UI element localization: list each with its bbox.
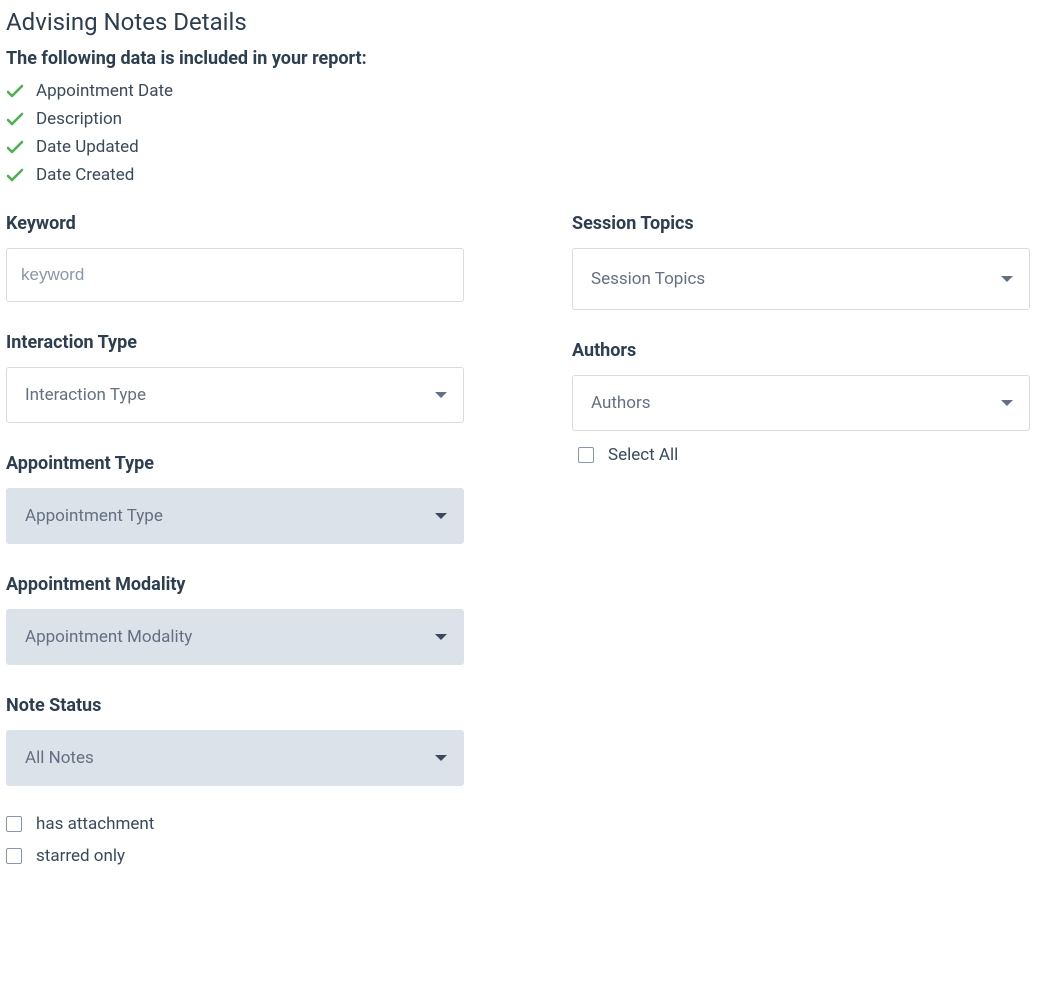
session-topics-field-group: Session Topics Session Topics [572,213,1030,310]
session-topics-select-value: Session Topics [591,269,705,289]
included-fields-list: Appointment Date Description Date Update… [6,81,1038,185]
appointment-type-field-group: Appointment Type Appointment Type [6,453,464,544]
appointment-modality-field-group: Appointment Modality Appointment Modalit… [6,574,464,665]
included-field-item: Appointment Date [6,81,1038,101]
authors-select-value: Authors [591,393,651,413]
included-field-item: Description [6,109,1038,129]
interaction-type-label: Interaction Type [6,332,464,353]
appointment-type-label: Appointment Type [6,453,464,474]
keyword-label: Keyword [6,213,464,234]
authors-select-all-row[interactable]: Select All [578,445,1030,465]
has-attachment-label: has attachment [36,814,154,834]
starred-only-row[interactable]: starred only [6,846,464,866]
note-status-field-group: Note Status All Notes [6,695,464,786]
included-field-label: Date Updated [36,137,139,157]
session-topics-select[interactable]: Session Topics [572,248,1030,310]
chevron-down-icon [1001,400,1013,406]
check-icon [6,140,24,154]
left-column: Keyword Interaction Type Interaction Typ… [6,213,464,878]
chevron-down-icon [1001,276,1013,282]
chevron-down-icon [435,392,447,398]
chevron-down-icon [435,634,447,640]
report-subtitle: The following data is included in your r… [6,48,1038,69]
keyword-input[interactable] [6,248,464,302]
has-attachment-checkbox[interactable] [6,816,22,832]
check-icon [6,168,24,182]
authors-select[interactable]: Authors [572,375,1030,431]
appointment-type-select[interactable]: Appointment Type [6,488,464,544]
included-field-label: Appointment Date [36,81,173,101]
has-attachment-row[interactable]: has attachment [6,814,464,834]
session-topics-label: Session Topics [572,213,1030,234]
starred-only-checkbox[interactable] [6,848,22,864]
authors-field-group: Authors Authors Select All [572,340,1030,477]
interaction-type-select-value: Interaction Type [25,385,146,405]
chevron-down-icon [435,755,447,761]
interaction-type-field-group: Interaction Type Interaction Type [6,332,464,423]
authors-select-all-checkbox[interactable] [578,447,594,463]
note-status-label: Note Status [6,695,464,716]
appointment-modality-select[interactable]: Appointment Modality [6,609,464,665]
note-status-select-value: All Notes [25,748,94,768]
check-icon [6,112,24,126]
included-field-label: Description [36,109,122,129]
authors-label: Authors [572,340,1030,361]
appointment-modality-label: Appointment Modality [6,574,464,595]
keyword-field-group: Keyword [6,213,464,302]
note-status-select[interactable]: All Notes [6,730,464,786]
appointment-type-select-value: Appointment Type [25,506,163,526]
check-icon [6,84,24,98]
appointment-modality-select-value: Appointment Modality [25,627,192,647]
page-title: Advising Notes Details [6,8,1038,36]
included-field-item: Date Created [6,165,1038,185]
starred-only-label: starred only [36,846,125,866]
included-field-item: Date Updated [6,137,1038,157]
authors-select-all-label: Select All [608,445,678,465]
chevron-down-icon [435,513,447,519]
interaction-type-select[interactable]: Interaction Type [6,367,464,423]
included-field-label: Date Created [36,165,134,185]
right-column: Session Topics Session Topics Authors Au… [572,213,1030,507]
